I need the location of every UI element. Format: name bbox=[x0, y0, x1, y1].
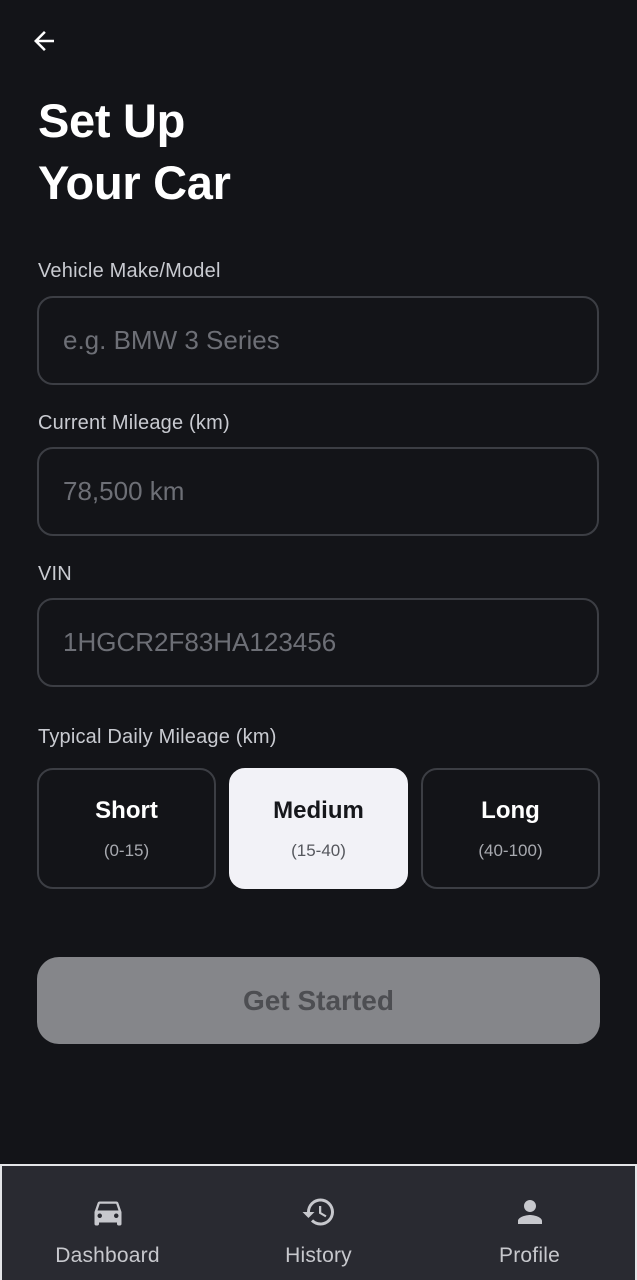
nav-label-history: History bbox=[285, 1244, 352, 1267]
make-model-input[interactable] bbox=[63, 298, 597, 383]
page-title-line-1: Set Up bbox=[38, 94, 186, 147]
make-model-label: Vehicle Make/Model bbox=[38, 260, 221, 282]
option-medium-title: Medium bbox=[273, 796, 364, 824]
mileage-label: Current Mileage (km) bbox=[38, 412, 230, 434]
nav-label-profile: Profile bbox=[499, 1244, 560, 1267]
mileage-input[interactable] bbox=[63, 449, 597, 534]
page-title: Set Up Your Car bbox=[38, 90, 438, 214]
option-short-title: Short bbox=[95, 796, 158, 824]
mileage-field-container bbox=[37, 447, 599, 536]
vin-field-container bbox=[37, 598, 599, 687]
person-icon bbox=[517, 1200, 542, 1224]
nav-label-dashboard: Dashboard bbox=[55, 1244, 160, 1267]
history-icon bbox=[302, 1198, 334, 1226]
option-short-range: (0-15) bbox=[103, 840, 150, 860]
vin-input[interactable] bbox=[63, 600, 597, 685]
vin-label: VIN bbox=[38, 563, 72, 585]
option-long[interactable]: Long (40-100) bbox=[421, 768, 600, 889]
daily-mileage-label: Typical Daily Mileage (km) bbox=[38, 726, 277, 748]
setup-car-screen: Set Up Your Car Vehicle Make/Model Curre… bbox=[0, 0, 637, 1280]
back-button[interactable] bbox=[26, 24, 62, 58]
option-medium-range: (15-40) bbox=[291, 840, 346, 860]
car-icon bbox=[94, 1201, 121, 1226]
arrow-left-icon bbox=[34, 31, 54, 51]
option-long-range: (40-100) bbox=[478, 840, 543, 860]
get-started-button[interactable]: Get Started bbox=[37, 957, 600, 1044]
page-title-line-2: Your Car bbox=[38, 156, 231, 209]
option-long-title: Long bbox=[481, 796, 540, 824]
nav-item-profile[interactable]: Profile bbox=[424, 1166, 635, 1280]
nav-item-dashboard[interactable]: Dashboard bbox=[2, 1166, 213, 1280]
make-model-field-container bbox=[37, 296, 599, 385]
option-short[interactable]: Short (0-15) bbox=[37, 768, 216, 889]
option-medium[interactable]: Medium (15-40) bbox=[229, 768, 408, 889]
nav-item-history[interactable]: History bbox=[213, 1166, 424, 1280]
bottom-nav: Dashboard History Profile bbox=[0, 1164, 637, 1280]
